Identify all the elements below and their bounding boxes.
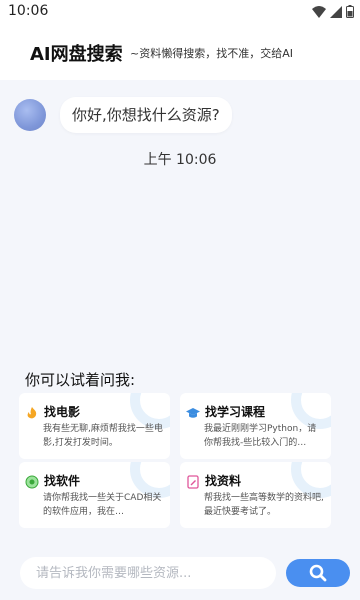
chat-area: 你好,你想找什么资源? 上午 10:06 — [0, 80, 360, 360]
status-icons — [312, 5, 354, 18]
bot-message-bubble: 你好,你想找什么资源? — [60, 97, 232, 133]
suggestions-title: 你可以试着问我: — [25, 371, 136, 389]
app-subtitle: ~资料懒得搜索，找不准，交给AI — [130, 47, 293, 60]
app-title: AI网盘搜索 — [30, 44, 123, 65]
card-description: 帮我找一些高等数学的资料吧,最近快要考试了。 — [204, 493, 324, 517]
app-header: AI网盘搜索 ~资料懒得搜索，找不准，交给AI — [0, 24, 360, 80]
suggestion-card-document[interactable]: 找资料 帮我找一些高等数学的资料吧,最近快要考试了。 — [180, 462, 331, 528]
card-description: 我有些无聊,麻烦帮我找一些电影,打发打发时间。 — [43, 424, 163, 448]
wifi-icon — [312, 5, 326, 18]
suggestion-card-course[interactable]: 找学习课程 我最近刚刚学习Python，请你帮我找-些比较入门的… — [180, 393, 331, 459]
signal-icon — [330, 5, 342, 18]
software-icon — [25, 474, 39, 488]
search-button[interactable] — [286, 559, 350, 587]
card-title: 找资料 — [205, 474, 242, 488]
battery-icon — [346, 5, 354, 18]
search-input-container — [20, 557, 276, 589]
document-icon — [186, 474, 200, 489]
bot-avatar — [14, 99, 46, 131]
message-timestamp: 上午 10:06 — [143, 152, 217, 168]
movie-icon — [25, 405, 39, 419]
suggestion-card-software[interactable]: 找软件 请你帮我找一些关于CAD相关的软件应用，我在… — [19, 462, 170, 528]
card-description: 我最近刚刚学习Python，请你帮我找-些比较入门的… — [204, 424, 317, 448]
card-title: 找电影 — [44, 405, 81, 419]
status-time: 10:06 — [8, 3, 49, 19]
card-title: 找软件 — [44, 474, 81, 488]
course-icon — [186, 405, 200, 419]
search-input[interactable] — [20, 557, 276, 589]
card-description: 请你帮我找一些关于CAD相关的软件应用，我在… — [43, 493, 162, 517]
suggestion-card-movie[interactable]: 找电影 我有些无聊,麻烦帮我找一些电影,打发打发时间。 — [19, 393, 170, 459]
card-title: 找学习课程 — [205, 405, 266, 419]
status-bar: 10:06 — [0, 0, 360, 24]
search-icon — [309, 564, 327, 582]
